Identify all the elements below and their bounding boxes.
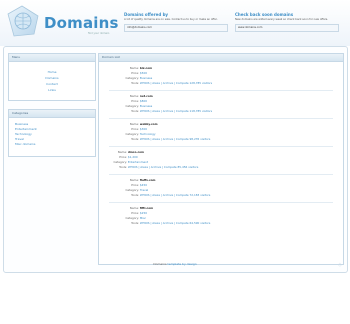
promo-check-title: Check back soon domains (235, 12, 294, 17)
brand-title: Domains (44, 14, 119, 32)
domain-price: $450 (139, 183, 148, 187)
domain-price: $250 (139, 211, 148, 215)
categories-list: Business Entertainment Technology Travel… (9, 118, 95, 147)
tools-label: Tools: (131, 109, 139, 113)
domain-name[interactable]: fluffs.com (140, 178, 156, 182)
promo-offer-title: Domains offered by (124, 12, 169, 17)
domain-category[interactable]: Entertainment (128, 160, 148, 164)
tagline: find your domain (88, 32, 110, 35)
tools-label: Tools: (131, 221, 139, 225)
divider (109, 118, 333, 119)
menu-list: Home Domains Contact Links (9, 62, 95, 93)
domain-stats: 98,235 visitors (189, 137, 211, 141)
domain-price: $1,200 (127, 155, 138, 159)
menu-item-links[interactable]: Links (9, 87, 95, 93)
domain-category[interactable]: Business (140, 104, 152, 108)
tools-label: Tools: (131, 81, 139, 85)
promo-check-link[interactable]: www.domains.com (235, 24, 339, 33)
domain-stats: 72,183 visitors (189, 193, 211, 197)
domain-list-title: Domain List (99, 54, 343, 62)
category-item[interactable]: Misc domains (15, 142, 95, 147)
promo-offer-contact[interactable]: info@domains.com (124, 24, 228, 33)
domain-price: $300 (139, 127, 148, 131)
globe-logo-icon (7, 5, 39, 37)
domain-list-panel: Domain List Name: biz.com Price: $500 Ca… (98, 53, 344, 265)
domain-tools[interactable]: WHOIS | Alexa | Archive | Compete (128, 165, 177, 169)
footer-brand: Domains (153, 262, 167, 266)
tools-label: Tools: (131, 193, 139, 197)
domain-price: $800 (139, 99, 148, 103)
domain-name[interactable]: net.com (140, 94, 153, 98)
domain-tools[interactable]: WHOIS | Alexa | Archive | Compete (140, 193, 189, 197)
divider (109, 90, 333, 91)
tools-label: Tools: (119, 165, 127, 169)
menu-title: Menu (9, 54, 95, 62)
domain-tools[interactable]: WHOIS | Alexa | Archive | Compete (140, 221, 189, 225)
domain-name[interactable]: webby.com (140, 122, 158, 126)
categories-title: Categories (9, 110, 95, 118)
page: Domains find your domain Domains offered… (0, 0, 350, 324)
header: Domains find your domain Domains offered… (0, 0, 350, 46)
domain-name[interactable]: dmco.com (128, 150, 144, 154)
promo-check: Check back soon domains New domains are … (235, 12, 339, 33)
divider (109, 174, 333, 175)
domain-category[interactable]: Business (140, 76, 152, 80)
domain-name[interactable]: biz.com (140, 66, 152, 70)
domain-category[interactable]: Travel (140, 188, 148, 192)
corner-ornament-icon: ◇ (338, 262, 342, 268)
promo-check-text: New domains are added every week so chec… (235, 18, 329, 21)
menu-panel: Menu Home Domains Contact Links (8, 53, 96, 101)
divider (109, 202, 333, 203)
domain-stats: 64,590 visitors (189, 221, 211, 225)
categories-panel: Categories Business Entertainment Techno… (8, 109, 96, 157)
promo-offer: Domains offered by A lot of quality doma… (124, 12, 228, 33)
domain-tools[interactable]: WHOIS | Alexa | Archive | Compete (140, 137, 189, 141)
divider (109, 146, 333, 147)
domain-stats: 85,456 visitors (177, 165, 199, 169)
promo-offer-text: A lot of quality domains are on sale. Co… (124, 18, 218, 21)
domain-stats: 128,785 visitors (189, 81, 213, 85)
domain-tools[interactable]: WHOIS | Alexa | Archive | Compete (140, 109, 189, 113)
domain-name[interactable]: fifti.com (140, 206, 153, 210)
domain-category[interactable]: Misc (140, 216, 146, 220)
tools-label: Tools: (131, 137, 139, 141)
domain-category[interactable]: Technology (140, 132, 156, 136)
domain-tools[interactable]: WHOIS | Alexa | Archive | Compete (140, 81, 189, 85)
footer: Domains template by design (0, 262, 350, 266)
main-frame: Menu Home Domains Contact Links Categori… (3, 46, 348, 273)
domain-price: $500 (139, 71, 148, 75)
domain-stats: 118,785 visitors (189, 109, 213, 113)
footer-link[interactable]: template by design (168, 262, 197, 266)
